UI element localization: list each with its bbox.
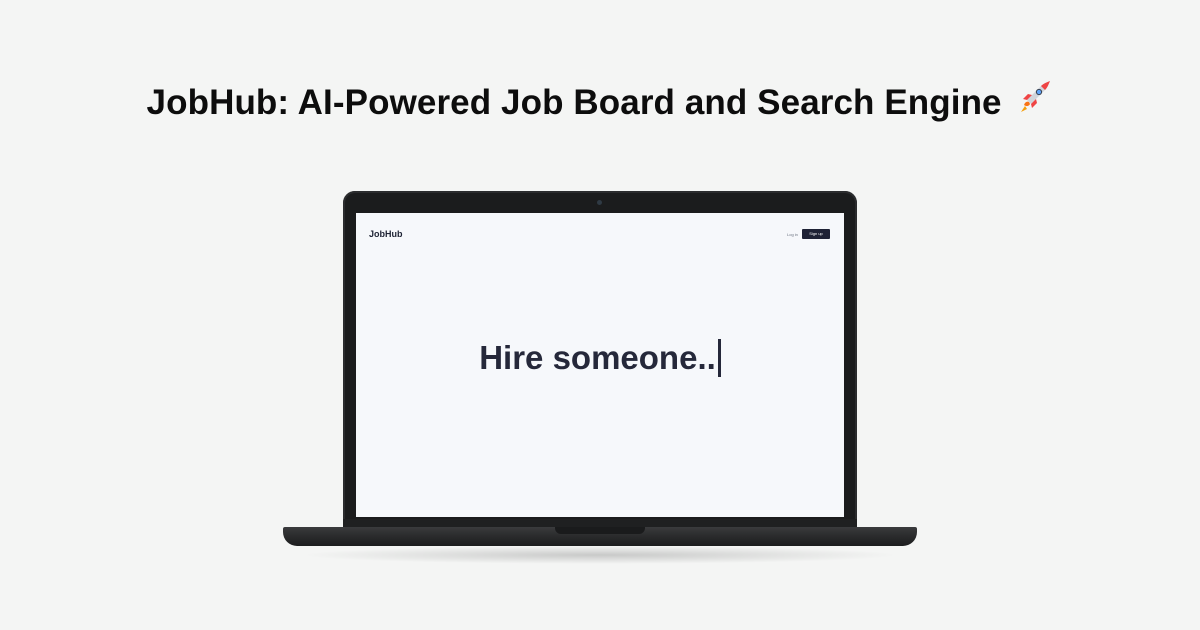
typing-caret xyxy=(717,339,721,377)
hero-heading: Hire someone.. xyxy=(356,339,844,377)
headline-title: JobHub: AI-Powered Job Board and Search … xyxy=(146,82,1002,122)
laptop-bottom-bezel xyxy=(343,519,857,527)
rocket-icon xyxy=(1017,78,1053,123)
signup-button[interactable]: Sign up xyxy=(802,229,830,239)
laptop-base xyxy=(283,527,917,546)
hero-text: Hire someone.. xyxy=(479,339,716,376)
laptop-screen-frame: JobHub Log in Sign up Hire someone.. xyxy=(343,191,857,527)
brand-logo[interactable]: JobHub xyxy=(369,229,403,239)
app-screen: JobHub Log in Sign up Hire someone.. xyxy=(356,213,844,517)
laptop-hinge-notch xyxy=(555,527,645,534)
webcam xyxy=(597,200,602,205)
page-headline: JobHub: AI-Powered Job Board and Search … xyxy=(0,81,1200,127)
laptop-shadow xyxy=(300,546,900,564)
login-link[interactable]: Log in xyxy=(787,232,798,237)
